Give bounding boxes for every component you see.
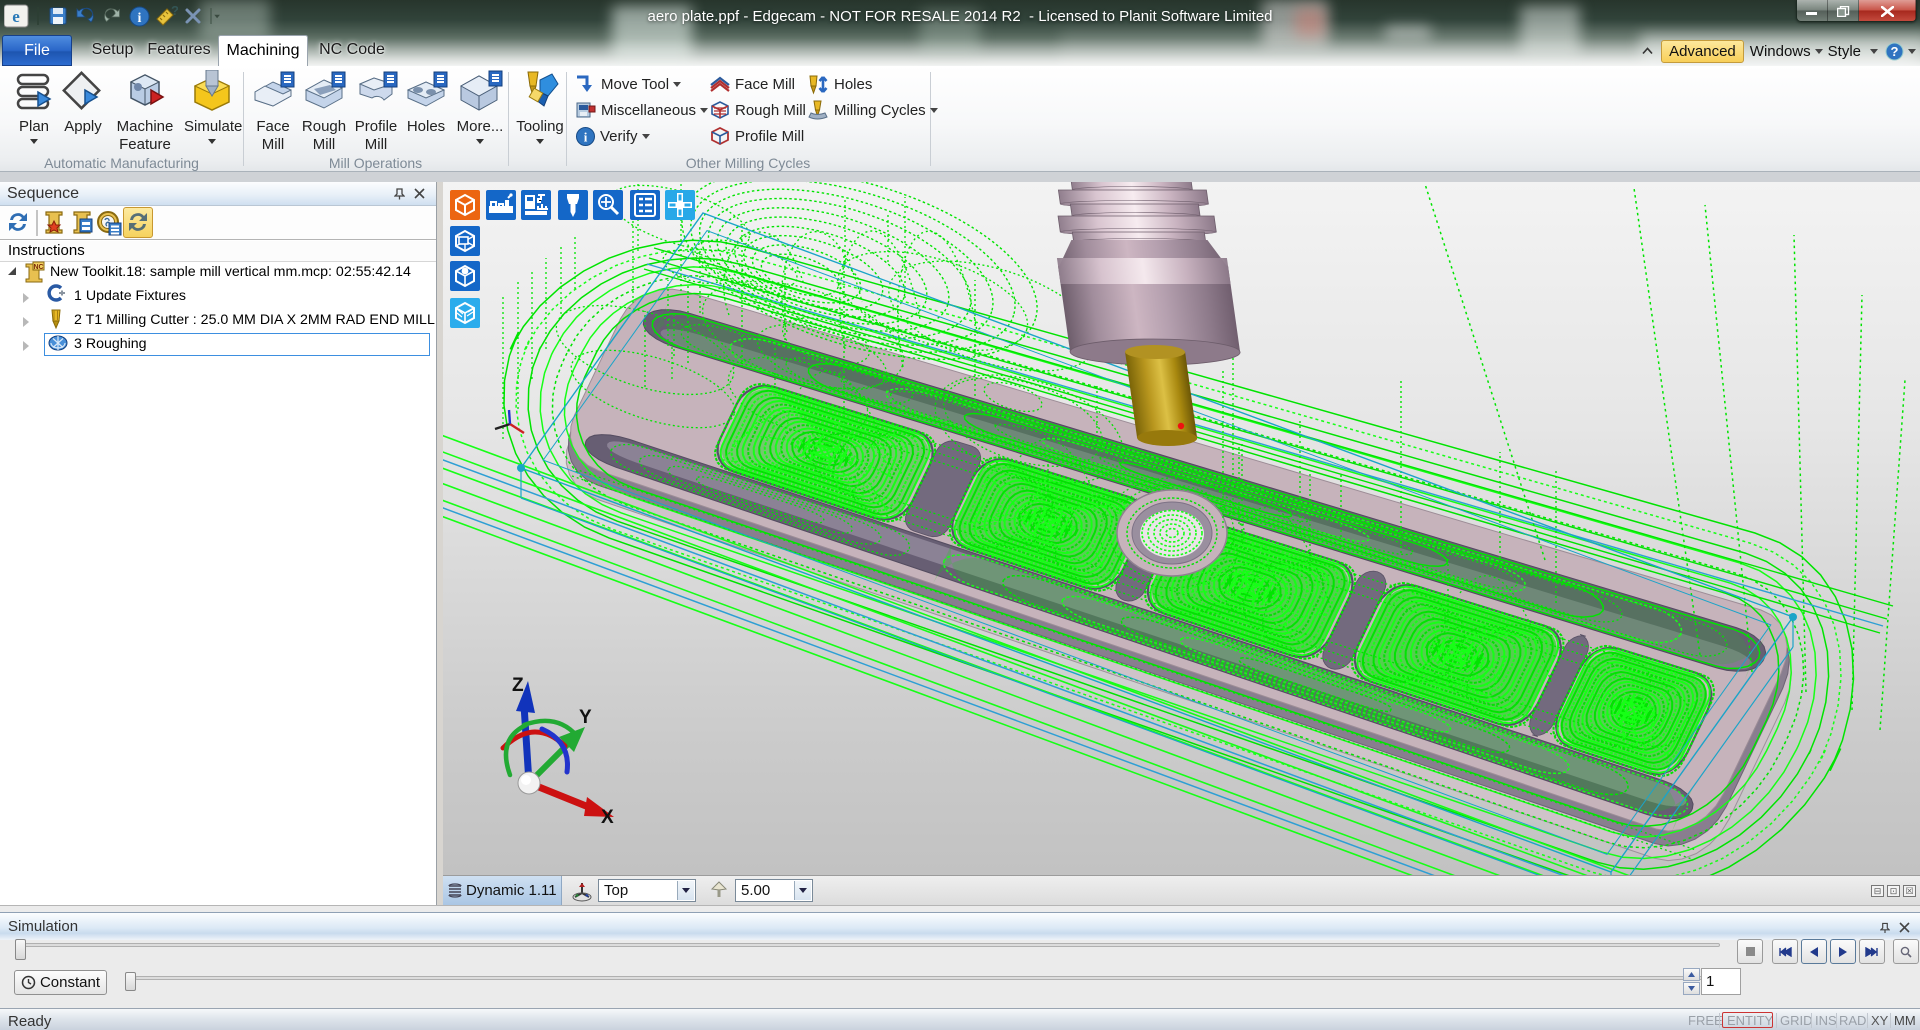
svg-text:e: e (12, 7, 20, 26)
svg-text:Y: Y (579, 707, 592, 728)
svg-text:Z: Z (512, 675, 524, 696)
svg-text:i: i (584, 130, 588, 145)
svg-text:?: ? (1891, 44, 1899, 59)
svg-text:?: ? (171, 5, 178, 18)
svg-text:X: X (601, 807, 614, 828)
svg-text:NC: NC (33, 264, 43, 271)
svg-text:i: i (138, 11, 142, 26)
